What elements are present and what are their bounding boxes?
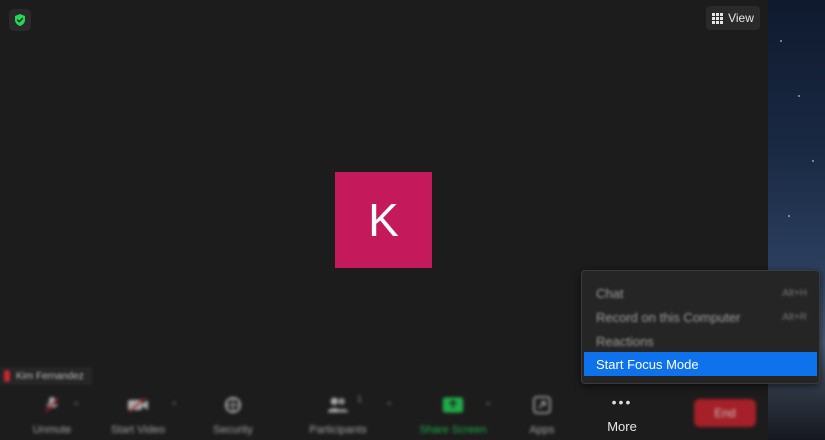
shield-check-icon[interactable] [9,9,31,31]
participants-label: Participants [309,424,367,436]
participant-avatar: K [335,172,432,268]
menu-item-label: Reactions [596,333,654,349]
share-screen-label: Share Screen [419,424,487,436]
start-video-button[interactable]: Start Video [103,388,173,440]
menu-item-start-focus-mode[interactable]: Start Focus Mode [584,352,817,376]
security-button[interactable]: Security [205,388,261,440]
menu-item-reactions[interactable]: Reactions [584,329,817,353]
chevron-up-icon[interactable]: ^ [74,400,78,410]
share-screen-icon [442,396,464,414]
more-button[interactable]: ••• More [598,388,646,440]
menu-item-label: Chat [596,285,624,301]
security-label: Security [213,424,253,436]
grid-icon [712,12,724,24]
menu-item-shortcut: Alt+H [782,287,807,299]
unmute-label: Unmute [32,424,72,436]
apps-icon [531,396,553,414]
meeting-toolbar: Unmute ^ Start Video ^ Security Particip… [0,388,768,440]
apps-label: Apps [529,424,555,436]
view-button[interactable]: View [706,6,760,30]
view-label: View [728,11,754,25]
chevron-up-icon[interactable]: ^ [486,400,490,410]
more-dots-icon: ••• [611,394,633,410]
participant-name-tag: Kim Fernandez [0,367,92,385]
chevron-up-icon[interactable]: ^ [172,400,176,410]
participant-name: Kim Fernandez [16,370,84,382]
more-label: More [607,419,637,434]
participants-button[interactable]: Participants [300,388,376,440]
menu-item-chat[interactable]: Chat Alt+H [584,281,817,305]
chevron-up-icon[interactable]: ^ [387,400,391,410]
menu-item-label: Start Focus Mode [596,356,699,372]
share-screen-button[interactable]: Share Screen [414,388,492,440]
participants-icon [327,396,349,414]
video-off-icon [127,396,149,414]
security-icon [222,396,244,414]
microphone-muted-icon [4,370,10,382]
end-meeting-button[interactable]: End [694,399,756,427]
menu-item-shortcut: Alt+R [782,311,807,323]
start-video-label: Start Video [110,424,166,436]
microphone-muted-icon [41,396,63,414]
more-menu: Chat Alt+H Record on this Computer Alt+R… [581,270,820,384]
apps-button[interactable]: Apps [520,388,564,440]
menu-item-label: Record on this Computer [596,309,741,325]
unmute-button[interactable]: Unmute [22,388,82,440]
meeting-window: View K Kim Fernandez Unmute ^ Start Vide… [0,0,825,440]
avatar-initial: K [368,194,399,246]
participants-count: 1 [357,394,363,404]
menu-item-record[interactable]: Record on this Computer Alt+R [584,305,817,329]
end-label: End [714,406,736,420]
